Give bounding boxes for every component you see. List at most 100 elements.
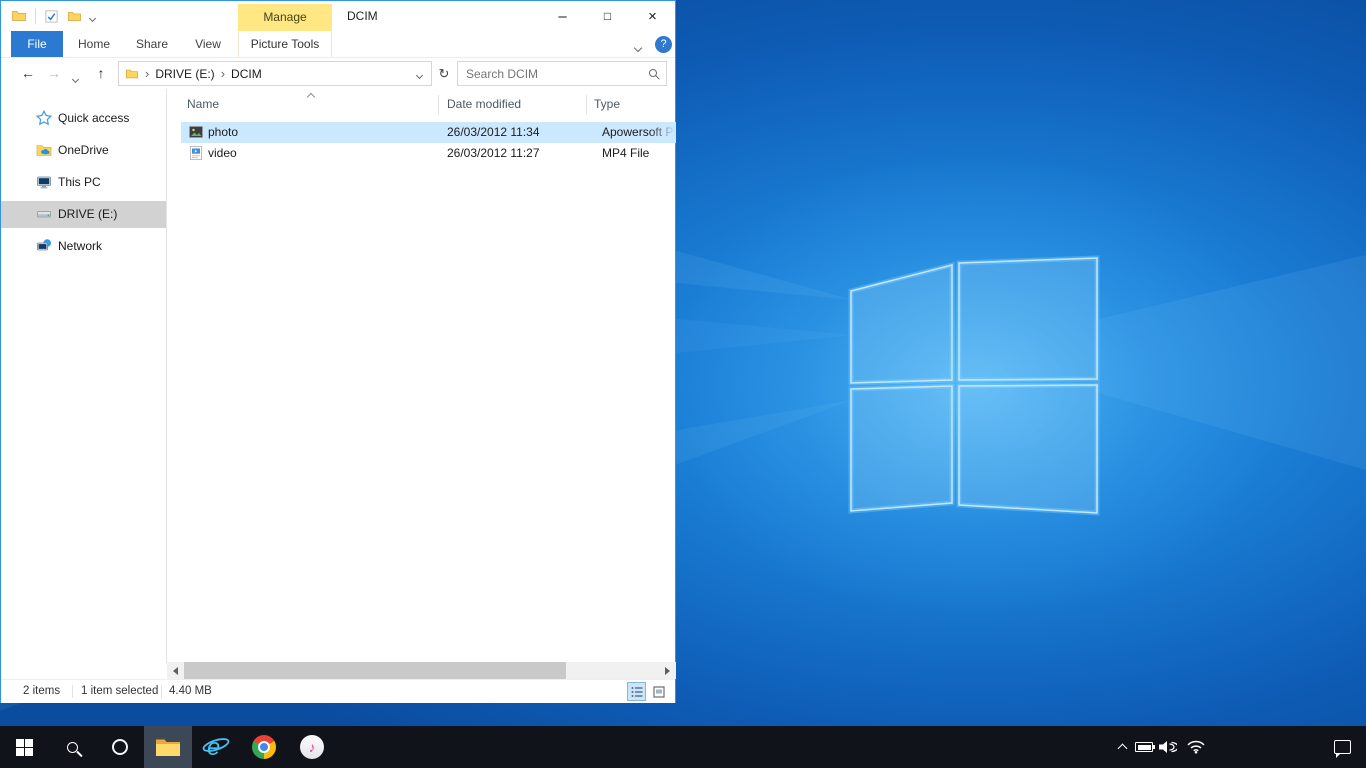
- sidebar-item-this-pc[interactable]: This PC: [1, 169, 166, 196]
- search-input[interactable]: [458, 62, 666, 85]
- sidebar-item-label: This PC: [58, 169, 101, 196]
- tab-picture-tools[interactable]: Picture Tools: [238, 31, 332, 57]
- column-resize-handle[interactable]: [586, 95, 587, 114]
- column-resize-handle[interactable]: [438, 95, 439, 114]
- details-view-button[interactable]: [627, 682, 646, 701]
- sidebar-item-quick-access[interactable]: Quick access: [1, 105, 166, 132]
- file-row-video[interactable]: video 26/03/2012 11:27 MP4 File: [181, 143, 676, 164]
- tab-file[interactable]: File: [11, 31, 63, 57]
- taskbar-itunes-button[interactable]: ♪: [288, 726, 336, 768]
- qat-separator-icon: [35, 9, 36, 24]
- breadcrumb-separator-icon: ›: [145, 66, 149, 81]
- sort-ascending-icon: [307, 93, 315, 101]
- file-explorer-window: Manage DCIM – □ × File Home Share View P…: [0, 0, 676, 703]
- navigation-bar: ← → ↑ › DRIVE (E:) › DCIM ↻: [1, 58, 675, 89]
- large-icons-view-icon: [653, 686, 665, 698]
- cortana-icon: [112, 739, 128, 755]
- selection-count: 1 item selected: [81, 680, 158, 703]
- taskbar-file-explorer-button[interactable]: [144, 726, 192, 768]
- column-header-date-modified[interactable]: Date modified: [447, 91, 521, 117]
- qat-properties-button[interactable]: [44, 9, 59, 24]
- drive-icon: [36, 206, 52, 222]
- sidebar-item-label: Network: [58, 233, 102, 260]
- details-view-icon: [631, 686, 643, 698]
- address-dropdown-button[interactable]: [417, 65, 422, 83]
- horizontal-scrollbar[interactable]: [167, 662, 676, 679]
- computer-icon: [36, 174, 52, 190]
- wifi-icon: [1187, 740, 1205, 754]
- qat-new-folder-button[interactable]: [67, 9, 82, 24]
- action-center-button[interactable]: [1318, 726, 1366, 768]
- video-file-icon: [188, 145, 204, 161]
- forward-button[interactable]: →: [42, 61, 66, 86]
- status-separator: [161, 685, 162, 698]
- file-list: photo 26/03/2012 11:34 Apowersoft Pho vi…: [167, 122, 676, 182]
- sidebar-item-onedrive[interactable]: OneDrive: [1, 137, 166, 164]
- cortana-button[interactable]: [96, 726, 144, 768]
- quick-access-toolbar: [11, 1, 95, 31]
- scroll-right-button[interactable]: [659, 662, 676, 679]
- large-icons-view-button[interactable]: [649, 682, 668, 701]
- tray-battery-button[interactable]: [1132, 726, 1156, 768]
- breadcrumb-dcim[interactable]: DCIM: [231, 67, 262, 81]
- folder-icon: [155, 737, 181, 757]
- taskbar-chrome-button[interactable]: [240, 726, 288, 768]
- close-button[interactable]: ×: [630, 1, 675, 31]
- start-button[interactable]: [0, 726, 48, 768]
- qat-customize-button[interactable]: [90, 9, 95, 24]
- sidebar-item-network[interactable]: Network: [1, 233, 166, 260]
- tab-view[interactable]: View: [183, 31, 233, 57]
- windows-start-icon: [16, 739, 33, 756]
- triangle-right-icon: [665, 667, 670, 675]
- sidebar-item-drive-e[interactable]: DRIVE (E:): [1, 201, 166, 228]
- chrome-icon: [252, 735, 276, 759]
- refresh-button[interactable]: ↻: [434, 61, 454, 86]
- itunes-icon: ♪: [300, 735, 324, 759]
- tray-network-button[interactable]: [1184, 726, 1208, 768]
- tray-volume-button[interactable]: [1156, 726, 1180, 768]
- window-controls: – □ ×: [540, 1, 675, 31]
- taskbar-internet-explorer-button[interactable]: e: [192, 726, 240, 768]
- onedrive-icon: [36, 142, 52, 158]
- taskbar: e ♪: [0, 726, 1366, 768]
- search-box: [457, 61, 667, 86]
- status-separator: [72, 685, 73, 698]
- chevron-down-icon: [416, 71, 423, 78]
- file-date-modified: 26/03/2012 11:27: [447, 143, 540, 164]
- title-bar: Manage DCIM – □ ×: [1, 1, 675, 31]
- up-button[interactable]: ↑: [89, 61, 113, 86]
- file-name: video: [208, 143, 237, 164]
- screen: Manage DCIM – □ × File Home Share View P…: [0, 0, 1366, 768]
- taskbar-search-button[interactable]: [48, 726, 96, 768]
- search-icon: [649, 69, 657, 77]
- recent-locations-button[interactable]: [67, 61, 83, 86]
- folder-icon: [125, 67, 139, 81]
- photo-file-icon: [188, 124, 204, 140]
- help-button[interactable]: ?: [655, 36, 672, 53]
- scrollbar-thumb[interactable]: [184, 662, 566, 679]
- breadcrumb-separator-icon: ›: [221, 66, 225, 81]
- back-button[interactable]: ←: [16, 61, 40, 86]
- column-header-name[interactable]: Name: [187, 91, 219, 117]
- tab-share[interactable]: Share: [127, 31, 177, 57]
- item-count: 2 items: [23, 680, 60, 703]
- file-row-photo[interactable]: photo 26/03/2012 11:34 Apowersoft Pho: [181, 122, 676, 143]
- file-type: MP4 File: [602, 143, 675, 164]
- explorer-app-icon[interactable]: [11, 8, 27, 24]
- breadcrumb-drive[interactable]: DRIVE (E:): [155, 67, 214, 81]
- tab-home[interactable]: Home: [69, 31, 119, 57]
- column-header-type[interactable]: Type: [594, 91, 620, 117]
- status-bar: 2 items 1 item selected 4.40 MB: [1, 679, 675, 703]
- action-center-icon: [1334, 740, 1351, 754]
- file-date-modified: 26/03/2012 11:34: [447, 122, 540, 143]
- expand-ribbon-button[interactable]: [635, 39, 641, 54]
- address-bar[interactable]: › DRIVE (E:) › DCIM: [118, 61, 432, 86]
- minimize-button[interactable]: –: [540, 1, 585, 31]
- sidebar-item-label: DRIVE (E:): [58, 201, 117, 228]
- maximize-button[interactable]: □: [585, 1, 630, 31]
- scroll-left-button[interactable]: [167, 662, 184, 679]
- tray-show-hidden-icons-button[interactable]: [1110, 726, 1134, 768]
- file-type: Apowersoft Pho: [602, 122, 675, 143]
- chevron-up-icon: [1117, 744, 1127, 754]
- triangle-left-icon: [173, 667, 178, 675]
